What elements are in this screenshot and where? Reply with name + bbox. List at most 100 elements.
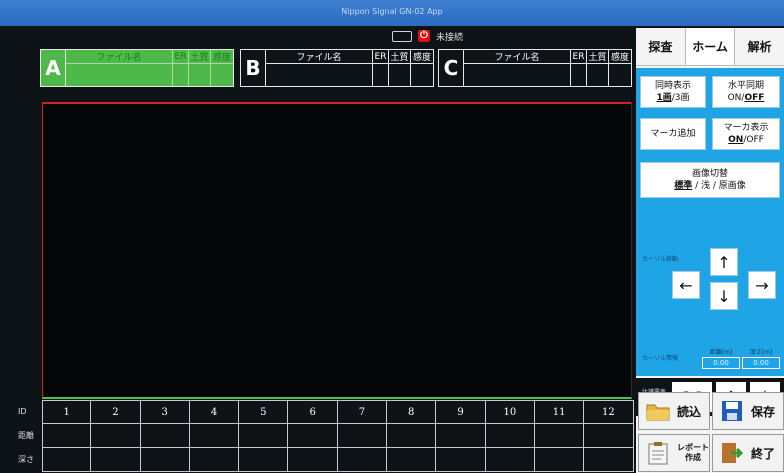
sensitivity-header: 感度 (609, 50, 631, 64)
filename-header: ファイル名 (66, 50, 173, 64)
depth-cell (387, 448, 437, 472)
distance-cell (140, 424, 190, 448)
connection-text: 未接続 (436, 32, 464, 43)
report-button[interactable]: レポート 作成 (638, 434, 710, 472)
earth-value (389, 64, 411, 86)
device-icon (392, 30, 412, 42)
er-value (173, 64, 189, 86)
sensitivity-header: 感度 (211, 50, 233, 64)
depth-cell (91, 448, 141, 472)
button-rest-label: / 浅 / 原画像 (692, 181, 746, 191)
power-icon[interactable]: ⏻ (418, 30, 430, 42)
channel-header[interactable]: 7 (337, 400, 388, 424)
tab-analysis[interactable]: 解析 (735, 28, 784, 65)
depth-cell (140, 448, 190, 472)
title-bar: Nippon Signal GN-02 App (0, 0, 784, 26)
marker-display-button[interactable]: マーカ表示 ON/OFF (712, 118, 780, 150)
button-label: 画像切替 (691, 169, 728, 179)
depth-cell (436, 448, 486, 472)
row-label-distance: 距離 (18, 431, 34, 440)
channel-header[interactable]: 6 (288, 400, 338, 424)
readout-label: 距離[m] (709, 349, 733, 356)
channel-header[interactable]: 11 (534, 400, 585, 424)
channel-header[interactable]: 1 (42, 400, 92, 424)
probe-panel-c[interactable]: C ファイル名 ER 土質 感度 (438, 49, 632, 87)
depth-cell (534, 448, 585, 472)
filename-value (464, 64, 571, 86)
cursor-right-button[interactable]: → (748, 271, 776, 299)
tab-home[interactable]: ホーム (684, 28, 736, 65)
channel-header[interactable]: 9 (436, 400, 486, 424)
er-header: ER (571, 50, 587, 64)
button-rest-label: /3画 (671, 93, 690, 103)
probe-letter: B (245, 56, 261, 80)
button-label: 水平同期 (727, 81, 764, 91)
exit-label: 終了 (751, 446, 776, 461)
sync-display-button[interactable]: 同時表示 1画/3画 (640, 76, 706, 108)
report-label: レポート 作成 (677, 443, 709, 463)
home-controls: 同時表示 1画/3画 水平同期 ON/OFF マーカ追加 マーカ表示 ON/OF… (636, 68, 784, 376)
cursor-info-label: カーソル情報 (642, 355, 679, 362)
tab-survey[interactable]: 探査 (636, 28, 685, 65)
image-switch-button[interactable]: 画像切替 標準 / 浅 / 原画像 (640, 162, 780, 198)
load-button[interactable]: 読込 (638, 392, 710, 430)
distance-cell (534, 424, 585, 448)
filename-value (66, 64, 173, 86)
exit-door-icon (722, 443, 744, 463)
depth-cell (485, 448, 535, 472)
add-marker-button[interactable]: マーカ追加 (640, 118, 706, 150)
save-button[interactable]: 保存 (712, 392, 784, 430)
readout-value: 0.00 (742, 357, 780, 369)
probe-panel-a[interactable]: A ファイル名 ER 土質 感度 (40, 49, 234, 87)
sensitivity-value (211, 64, 233, 86)
mode-tabs: 探査 ホーム 解析 (636, 28, 784, 66)
load-label: 読込 (677, 404, 702, 419)
channel-header[interactable]: 2 (91, 400, 141, 424)
radar-display-canvas[interactable] (42, 102, 632, 399)
filename-header: ファイル名 (266, 50, 373, 64)
channel-header[interactable]: 10 (485, 400, 535, 424)
button-on-label: 標準 (674, 181, 693, 191)
horizontal-sync-button[interactable]: 水平同期 ON/OFF (712, 76, 780, 108)
filename-header: ファイル名 (464, 50, 571, 64)
channel-header[interactable]: 4 (189, 400, 240, 424)
cursor-up-button[interactable]: ↑ (710, 248, 738, 276)
filename-value (266, 64, 373, 86)
distance-cell (91, 424, 141, 448)
sensitivity-value (411, 64, 433, 86)
arrow-up-icon: ↑ (717, 252, 731, 272)
channel-header[interactable]: 5 (239, 400, 289, 424)
cursor-down-button[interactable]: ↓ (710, 282, 738, 310)
connection-status: ⏻ 未接続 (392, 28, 463, 44)
button-rest-label: /OFF (743, 135, 764, 145)
channel-header[interactable]: 8 (387, 400, 437, 424)
earth-value (587, 64, 609, 86)
distance-cell (189, 424, 240, 448)
distance-cell (387, 424, 437, 448)
readout-label: 深さ[m] (749, 349, 773, 356)
arrow-left-icon: ← (679, 275, 693, 295)
distance-cell (436, 424, 486, 448)
distance-readout: 距離[m] 0.00 (702, 347, 740, 369)
distance-cell (485, 424, 535, 448)
button-on-label: ON (728, 135, 744, 145)
clipboard-icon (648, 442, 668, 465)
button-off-label: OFF (744, 93, 765, 103)
exit-button[interactable]: 終了 (712, 434, 784, 472)
earth-value (189, 64, 211, 86)
floppy-disk-icon (722, 401, 742, 421)
folder-icon (646, 404, 670, 421)
window-title: Nippon Signal GN-02 App (341, 7, 443, 16)
cursor-left-button[interactable]: ← (672, 271, 700, 299)
row-label-depth: 深さ (18, 455, 34, 464)
channel-row-labels: ID 距離 深さ (0, 400, 42, 472)
channel-header[interactable]: 12 (584, 400, 634, 424)
probe-panel-b[interactable]: B ファイル名 ER 土質 感度 (240, 49, 434, 87)
distance-cell (288, 424, 338, 448)
depth-cell (42, 448, 92, 472)
channel-header[interactable]: 3 (140, 400, 190, 424)
sensitivity-header: 感度 (411, 50, 433, 64)
distance-cell (239, 424, 289, 448)
report-label-line2: 作成 (685, 453, 701, 462)
arrow-right-icon: → (755, 275, 769, 295)
